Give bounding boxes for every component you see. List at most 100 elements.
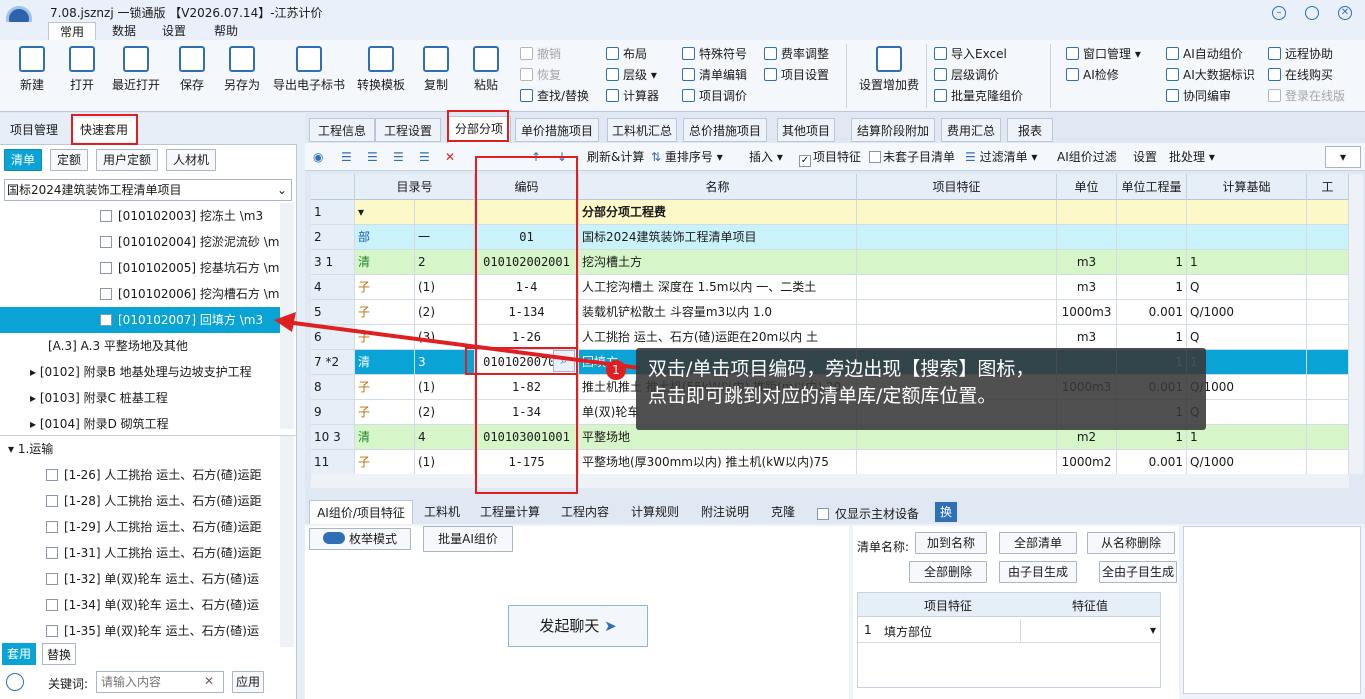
apply-tab[interactable]: 套用 <box>2 643 36 665</box>
table-cell[interactable]: 平整场地(厚300mm以内) 推土机(kW以内)75 <box>579 450 857 474</box>
tab-notes[interactable]: 附注说明 <box>693 500 757 524</box>
list-item[interactable]: [1-31] 人工挑抬 运土、石方(碴)运距 <box>0 540 280 566</box>
online-buy-button[interactable]: 在线购买 <box>1268 65 1333 85</box>
align-icon[interactable]: ☰ <box>393 143 404 171</box>
subtab-list[interactable]: 清单 <box>4 149 42 171</box>
table-cell[interactable]: (2) <box>415 400 475 425</box>
save-as-button[interactable]: 另存为 <box>216 46 268 93</box>
menu-help[interactable]: 帮助 <box>202 22 250 40</box>
table-cell[interactable]: 11 <box>311 450 355 474</box>
level-button[interactable]: 层级 ▾ <box>606 65 657 85</box>
level-price-adjust-button[interactable]: 层级调价 <box>934 65 999 85</box>
rate-adjust-button[interactable]: 费率调整 <box>764 44 829 64</box>
table-cell[interactable]: 1 <box>1117 325 1187 350</box>
table-cell[interactable]: 1 <box>1117 275 1187 300</box>
list-item[interactable]: [010102003] 挖冻土 \m3 <box>0 203 280 229</box>
table-cell[interactable]: 1000m2 <box>1057 450 1117 474</box>
special-symbol-button[interactable]: 特殊符号 <box>682 44 747 64</box>
batch-clone-button[interactable]: 批量克隆组价 <box>934 86 1023 106</box>
expand-icon[interactable]: ▸ <box>30 391 36 405</box>
table-cell[interactable]: 1-34 <box>475 400 579 425</box>
table-cell[interactable] <box>1307 375 1349 400</box>
from-sub-generate-button[interactable]: 由子目生成 <box>999 561 1077 583</box>
table-cell[interactable]: 分部分项工程费 <box>579 200 857 225</box>
redo-button[interactable]: 恢复 <box>520 65 561 85</box>
feature-checkbox[interactable]: ✓ 项目特征 <box>799 143 861 171</box>
table-cell[interactable]: ▾ <box>355 200 415 225</box>
enum-mode-toggle[interactable]: 枚举模式 <box>309 528 411 550</box>
only-main-checkbox[interactable]: 仅显示主材设备 <box>817 505 919 522</box>
new-button[interactable]: 新建 <box>6 46 58 93</box>
replace-tab[interactable]: 替换 <box>42 643 76 665</box>
export-bid-button[interactable]: 导出电子标书 <box>270 46 348 93</box>
table-cell[interactable] <box>1307 275 1349 300</box>
toolbar-dropdown-icon[interactable]: ▾ <box>1325 146 1361 168</box>
add-fee-button[interactable]: 设置增加费 <box>856 46 922 93</box>
close-icon[interactable]: ✕ <box>1338 6 1352 20</box>
table-cell[interactable]: 3 1 <box>311 250 355 275</box>
table-row[interactable]: 1 ▾ 分部分项工程费 <box>311 200 1349 225</box>
table-cell[interactable] <box>1307 400 1349 425</box>
apply-button[interactable]: 应用 <box>232 671 264 693</box>
tab-project-manage[interactable]: 项目管理 <box>0 118 68 142</box>
remote-assist-button[interactable]: 远程协助 <box>1268 44 1333 64</box>
table-cell[interactable]: 人工挖沟槽土 深度在 1.5m以内 一、二类土 <box>579 275 857 300</box>
find-replace-button[interactable]: 查找/替换 <box>520 86 589 106</box>
expand-icon[interactable]: ▸ <box>30 417 36 431</box>
tab-fee-summary[interactable]: 费用汇总 <box>941 118 1001 142</box>
list-item-selected[interactable]: [010102007] 回填方 \m3 <box>0 307 280 333</box>
table-cell[interactable]: 子 <box>355 400 415 425</box>
expand-icon[interactable]: ▸ <box>30 365 36 379</box>
table-cell[interactable] <box>1187 200 1307 225</box>
table-cell[interactable]: (1) <box>415 450 475 474</box>
list-item[interactable]: [1-32] 单(双)轮车 运土、石方(碴)运 <box>0 566 280 592</box>
list-item[interactable]: ▾ 1.运输 <box>0 436 280 462</box>
table-cell[interactable]: Q <box>1187 325 1307 350</box>
delete-all-button[interactable]: 全部删除 <box>909 561 987 583</box>
delete-icon[interactable]: ✕ <box>445 143 455 171</box>
list-item[interactable]: [1-34] 单(双)轮车 运土、石方(碴)运 <box>0 592 280 618</box>
online-login-button[interactable]: 登录在线版 <box>1268 86 1345 106</box>
table-cell[interactable] <box>1307 300 1349 325</box>
move-down-icon[interactable]: ↓ <box>557 143 567 171</box>
table-cell[interactable] <box>857 250 1057 275</box>
table-cell[interactable]: 清 <box>355 425 415 450</box>
table-cell[interactable]: 4 <box>311 275 355 300</box>
refresh-icon[interactable] <box>6 673 24 691</box>
table-cell[interactable]: 部 <box>355 225 415 250</box>
menu-common[interactable]: 常用 <box>48 22 96 40</box>
table-cell[interactable]: 10 3 <box>311 425 355 450</box>
table-cell[interactable]: 2 <box>415 250 475 275</box>
table-cell[interactable]: m3 <box>1057 250 1117 275</box>
table-cell[interactable]: Q <box>1187 275 1307 300</box>
ai-auto-price-button[interactable]: AI自动组价 <box>1166 44 1243 64</box>
list-item[interactable]: ▸ [0102] 附录B 地基处理与边坡支护工程 <box>0 359 280 385</box>
batch-ai-button[interactable]: 批量AI组价 <box>423 526 513 552</box>
menu-settings[interactable]: 设置 <box>150 22 198 40</box>
tab-clone[interactable]: 克隆 <box>763 500 803 524</box>
insert-button[interactable]: 插入 ▾ <box>749 143 783 171</box>
table-cell[interactable] <box>1307 350 1349 375</box>
list-item[interactable]: [010102005] 挖基坑石方 \m3 <box>0 255 280 281</box>
table-cell[interactable] <box>1307 325 1349 350</box>
table-cell[interactable]: 01 <box>475 225 579 250</box>
table-cell[interactable]: 1 <box>1117 250 1187 275</box>
save-button[interactable]: 保存 <box>166 46 218 93</box>
tab-quick-apply[interactable]: 快速套用 <box>72 118 136 142</box>
table-cell[interactable] <box>1117 200 1187 225</box>
table-row[interactable]: 2 部一 01 国标2024建筑装饰工程清单项目 <box>311 225 1349 250</box>
calculator-button[interactable]: 计算器 <box>606 86 659 106</box>
table-cell[interactable]: (1) <box>415 275 475 300</box>
undo-button[interactable]: 撤销 <box>520 44 561 64</box>
tab-project-settings[interactable]: 工程设置 <box>375 118 441 142</box>
add-to-name-button[interactable]: 加到名称 <box>915 532 987 554</box>
recent-button[interactable]: 最近打开 <box>108 46 164 93</box>
panel-splitter[interactable] <box>297 113 305 699</box>
clear-icon[interactable]: ✕ <box>204 674 214 688</box>
minimize-icon[interactable]: – <box>1272 6 1286 20</box>
table-cell[interactable]: m3 <box>1057 275 1117 300</box>
list-item[interactable]: [1-29] 人工挑抬 运土、石方(碴)运距 <box>0 514 280 540</box>
no-quota-checkbox[interactable]: 未套子目清单 <box>869 143 955 171</box>
table-cell[interactable] <box>415 200 475 225</box>
table-cell[interactable] <box>857 300 1057 325</box>
